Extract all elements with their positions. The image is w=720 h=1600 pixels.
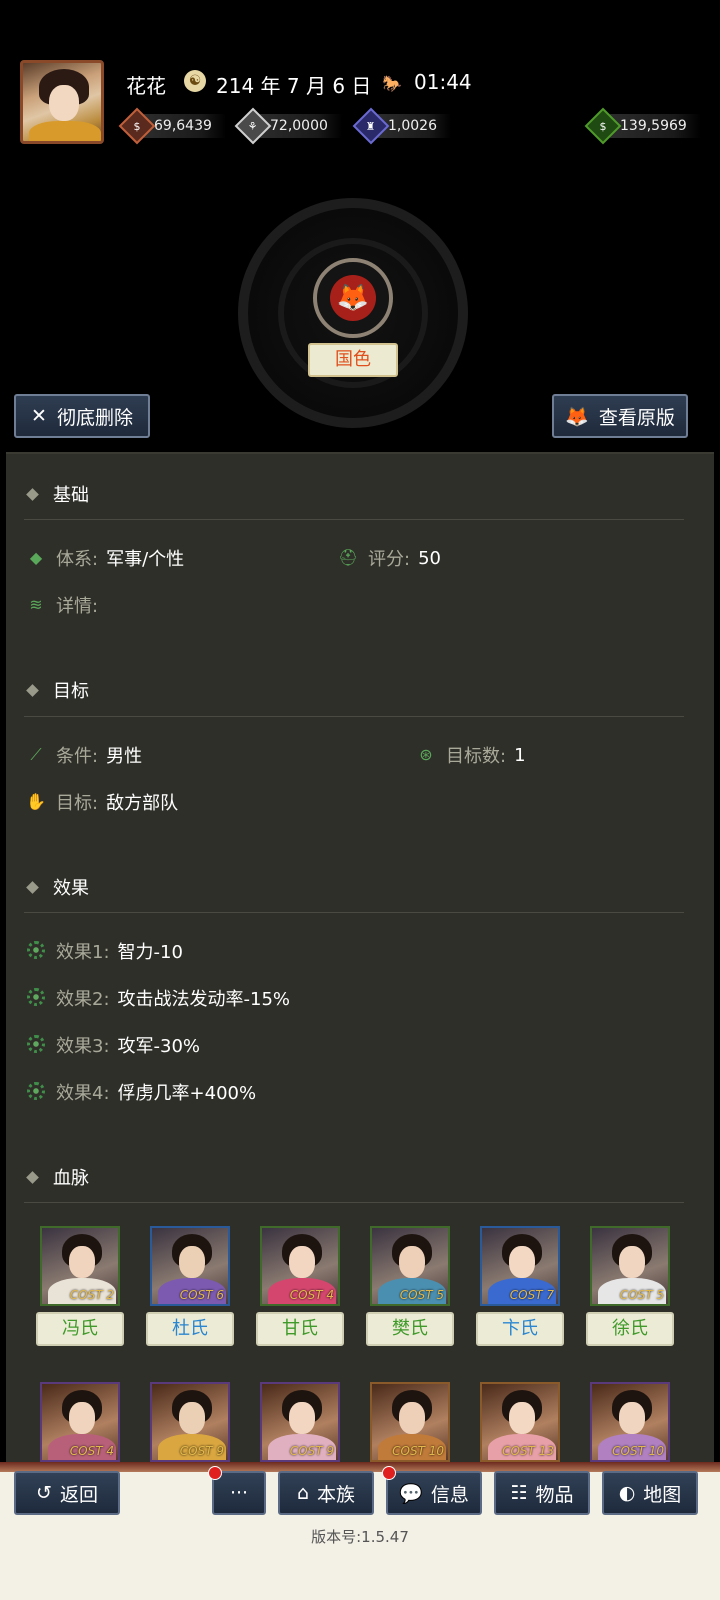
gear-icon	[27, 1035, 45, 1053]
cost-label: COST 9	[179, 1444, 224, 1458]
cost-label: COST 13	[502, 1444, 554, 1458]
chat-icon: 💬	[399, 1482, 423, 1505]
map-icon: ◐	[618, 1482, 636, 1504]
section-basic: 基础	[26, 481, 89, 507]
notification-dot	[208, 1466, 222, 1480]
fox-icon: 🦊	[565, 405, 589, 428]
system-row: ◆ 体系: 军事/个性	[26, 545, 184, 571]
notification-dot	[382, 1466, 396, 1480]
lineage-portrait[interactable]: COST 6	[150, 1226, 230, 1306]
target-row: ✋ 目标: 敌方部队	[26, 792, 179, 814]
lineage-portrait[interactable]: COST 5	[590, 1226, 670, 1306]
lineage-portrait[interactable]: COST 10	[370, 1382, 450, 1462]
lineage-portrait[interactable]: COST 9	[260, 1382, 340, 1462]
version-label: 版本号:1.5.47	[311, 1528, 409, 1546]
effect-row: 效果3: 攻军-30%	[26, 1032, 200, 1058]
lineage-name[interactable]: 杜氏	[146, 1312, 234, 1346]
resource-soldiers: ♜ 1,0026	[352, 107, 451, 145]
effect-row: 效果1: 智力-10	[26, 938, 183, 964]
lineage-portrait[interactable]: COST 5	[370, 1226, 450, 1306]
detail-row: ≋ 详情:	[26, 592, 106, 618]
gear-icon	[27, 941, 45, 959]
lineage-name[interactable]: 甘氏	[256, 1312, 344, 1346]
hand-icon: ✋	[26, 792, 46, 811]
delete-button[interactable]: ✕ 彻底删除	[14, 394, 150, 438]
lineage-name[interactable]: 卞氏	[476, 1312, 564, 1346]
lineage-name[interactable]: 樊氏	[366, 1312, 454, 1346]
lineage-name[interactable]: 徐氏	[586, 1312, 674, 1346]
cost-label: COST 4	[289, 1288, 334, 1302]
back-arrow-icon: ↺	[36, 1482, 52, 1504]
effect-row: 效果2: 攻击战法发动率-15%	[26, 985, 290, 1011]
sprout-icon: ⟋	[30, 745, 42, 764]
back-button[interactable]: ↺ 返回	[14, 1471, 120, 1515]
lineage-portrait[interactable]: COST 4	[40, 1382, 120, 1462]
condition-row: ⟋ 条件: 男性	[26, 742, 142, 768]
lineage-portrait[interactable]: COST 13	[480, 1382, 560, 1462]
lineage-name[interactable]: 冯氏	[36, 1312, 124, 1346]
lineage-portrait[interactable]: COST 9	[150, 1382, 230, 1462]
resource-gold: $ 69,6439	[118, 107, 226, 145]
view-original-button[interactable]: 🦊 查看原版	[552, 394, 688, 438]
scroll-icon: ≋	[29, 595, 43, 614]
cost-label: COST 10	[612, 1444, 664, 1458]
cost-label: COST 9	[289, 1444, 334, 1458]
cost-label: COST 2	[69, 1288, 114, 1302]
detail-panel[interactable]: 基础 ◆ 体系: 军事/个性 ⛑ 评分: 50 ≋ 详情: 目标 ⟋ 条件: 男…	[6, 452, 714, 1464]
cube-icon: ◆	[29, 548, 43, 567]
score-row: ⛑ 评分: 50	[338, 547, 441, 571]
cost-label: COST 10	[392, 1444, 444, 1458]
section-effects: 效果	[26, 874, 89, 900]
fox-icon: 🦊	[330, 275, 376, 321]
clan-button[interactable]: ⌂ 本族	[278, 1471, 374, 1515]
calendar-icon: ☯	[184, 70, 206, 92]
target-count-row: ⊛ 目标数: 1	[416, 742, 525, 768]
cost-label: COST 5	[399, 1288, 444, 1302]
lineage-portrait[interactable]: COST 10	[590, 1382, 670, 1462]
lineage-portrait[interactable]: COST 4	[260, 1226, 340, 1306]
horse-icon: 🐎	[382, 74, 402, 93]
section-lineage: 血脉	[26, 1164, 89, 1190]
gear-icon	[27, 988, 45, 1006]
close-icon: ✕	[31, 405, 47, 427]
effect-row: 效果4: 俘虏几率+400%	[26, 1079, 256, 1105]
lineage-portrait[interactable]: COST 2	[40, 1226, 120, 1306]
game-time: 01:44	[414, 70, 472, 94]
trait-medal: 🦊	[313, 258, 393, 338]
clan-icon: ⌂	[296, 1482, 310, 1504]
target-icon: ⊛	[419, 745, 433, 764]
resource-money: $ 139,5969	[584, 107, 701, 145]
gear-icon	[27, 1082, 45, 1100]
player-avatar[interactable]	[20, 60, 104, 144]
info-button[interactable]: 💬 信息	[386, 1471, 482, 1515]
section-target: 目标	[26, 677, 89, 703]
lineage-portrait[interactable]: COST 7	[480, 1226, 560, 1306]
map-button[interactable]: ◐ 地图	[602, 1471, 698, 1515]
cost-label: COST 5	[619, 1288, 664, 1302]
cost-label: COST 7	[509, 1288, 554, 1302]
cost-label: COST 4	[69, 1444, 114, 1458]
items-icon: ☷	[510, 1482, 528, 1504]
game-date: 214 年 7 月 6 日	[216, 74, 372, 98]
items-button[interactable]: ☷ 物品	[494, 1471, 590, 1515]
resource-grain: ⚘ 72,0000	[234, 107, 342, 145]
player-name: 花花	[126, 74, 166, 98]
helmet-icon: ⛑	[338, 548, 359, 567]
trait-name-tag: 国色	[308, 343, 398, 377]
cost-label: COST 6	[179, 1288, 224, 1302]
